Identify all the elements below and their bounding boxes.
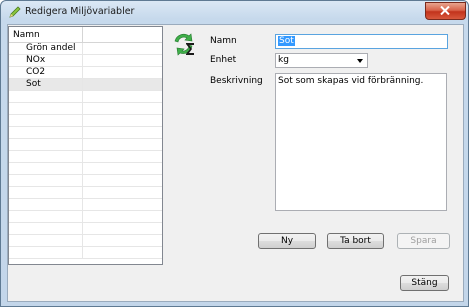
list-item-selected[interactable]: Sot [9, 79, 162, 91]
empty-row [9, 235, 162, 247]
name-label: Namn [210, 36, 237, 46]
close-button[interactable]: Stäng [400, 275, 449, 291]
name-input[interactable]: Sot [275, 34, 448, 49]
name-input-value: Sot [278, 36, 295, 46]
chevron-down-icon [357, 59, 363, 63]
empty-row [9, 103, 162, 115]
close-window-button[interactable] [425, 2, 466, 20]
unit-select-value: kg [278, 55, 289, 65]
list-item-label: NOx [26, 55, 46, 65]
close-icon [440, 6, 450, 15]
list-item[interactable]: CO2 [9, 67, 162, 79]
dialog-window: Redigera Miljövariabler Namn Grön andel … [0, 0, 469, 307]
empty-row [9, 187, 162, 199]
empty-row [9, 139, 162, 151]
delete-button[interactable]: Ta bort [327, 233, 384, 249]
dialog-client: Namn Grön andel NOx CO2 Sot Namn Sot Enh… [7, 24, 464, 302]
pencil-icon [9, 6, 21, 18]
description-text: Sot som skapas vid förbränning. [278, 76, 424, 86]
list-item-label: Grön andel [26, 43, 76, 53]
description-textarea[interactable]: Sot som skapas vid förbränning. [275, 73, 447, 211]
empty-row [9, 199, 162, 211]
description-label: Beskrivning [210, 76, 263, 86]
empty-row [9, 91, 162, 103]
new-button[interactable]: Ny [258, 233, 316, 249]
empty-row [9, 115, 162, 127]
save-button[interactable]: Spara [397, 233, 450, 249]
list-header[interactable]: Namn [9, 27, 162, 43]
list-item-label: CO2 [26, 67, 46, 77]
list-item[interactable]: NOx [9, 55, 162, 67]
list-item[interactable]: Grön andel [9, 43, 162, 55]
list-item-label: Sot [26, 79, 41, 89]
window-title: Redigera Miljövariabler [25, 6, 135, 17]
empty-row [9, 127, 162, 139]
empty-row [9, 223, 162, 235]
unit-label: Enhet [210, 55, 237, 65]
empty-row [9, 163, 162, 175]
variables-list[interactable]: Namn Grön andel NOx CO2 Sot [8, 26, 163, 265]
empty-row [9, 175, 162, 187]
empty-row [9, 211, 162, 223]
title-bar[interactable]: Redigera Miljövariabler [1, 1, 468, 23]
recycle-sum-icon [174, 33, 194, 56]
column-header-name[interactable]: Namn [13, 30, 40, 40]
empty-row [9, 247, 162, 259]
column-separator [82, 27, 83, 42]
empty-row [9, 151, 162, 163]
unit-select[interactable]: kg [275, 53, 368, 68]
